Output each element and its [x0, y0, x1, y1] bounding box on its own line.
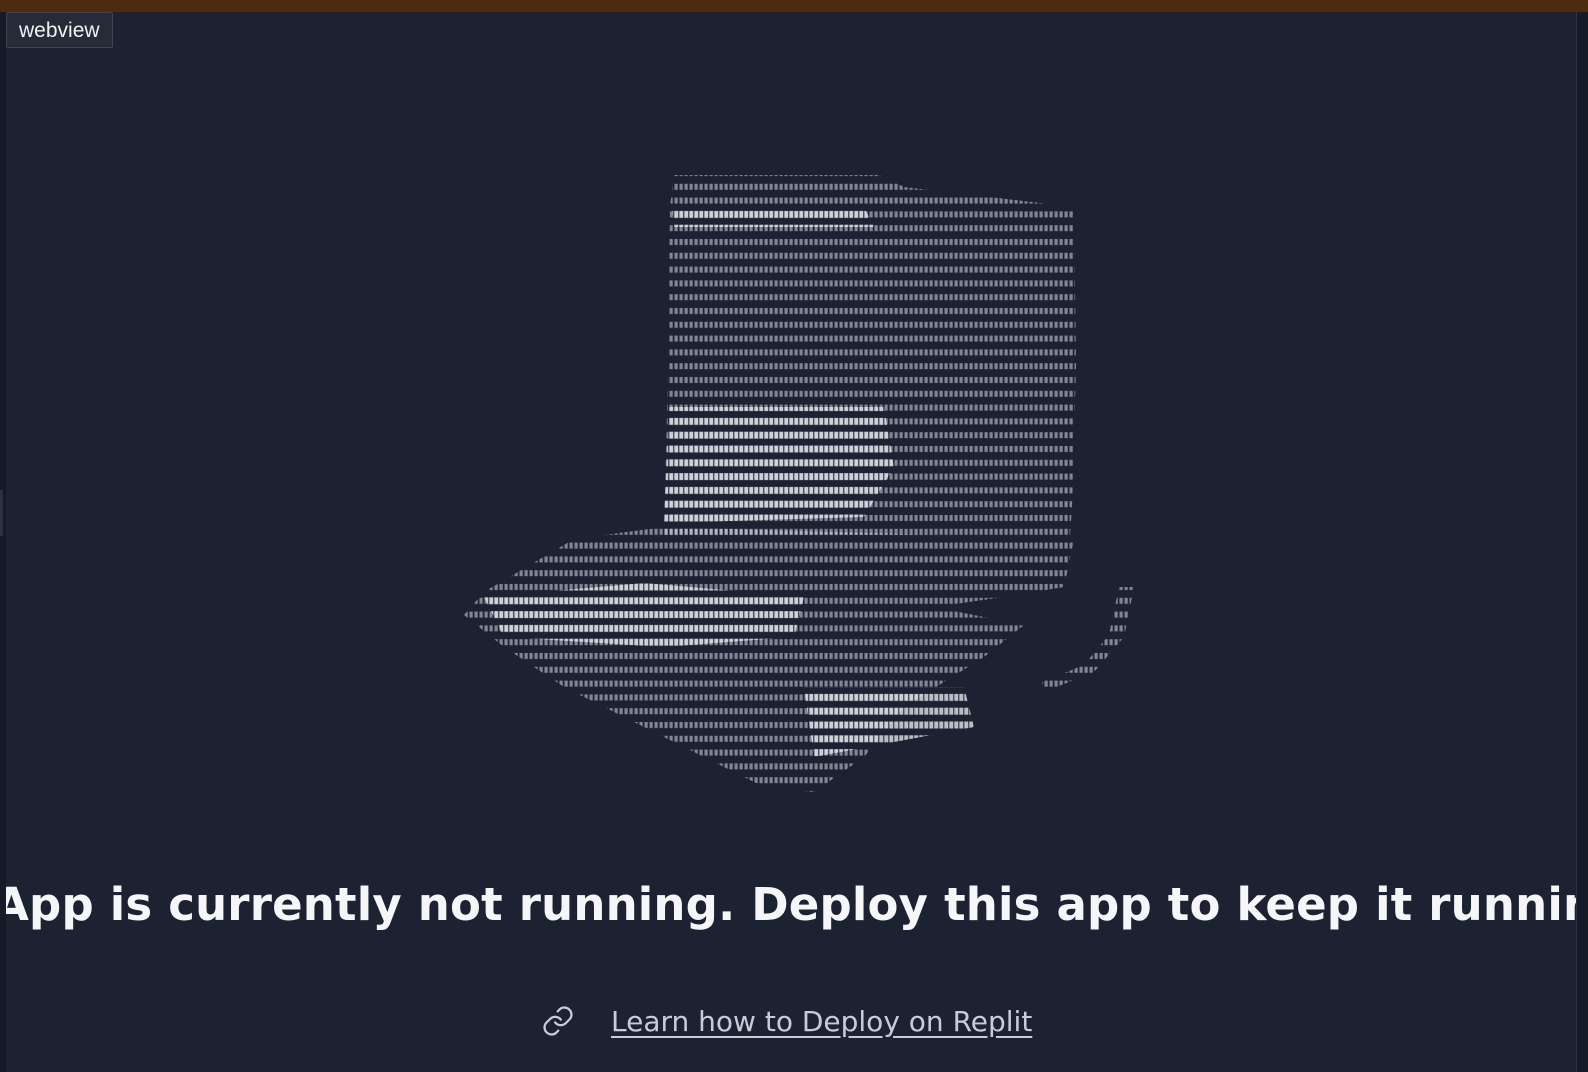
learn-deploy-link[interactable]: Learn how to Deploy on Replit: [611, 1005, 1032, 1038]
not-running-message: App is currently not running. Deploy thi…: [6, 878, 1576, 931]
ascii-art-top-hat: [464, 167, 1164, 807]
not-running-message-container: App is currently not running. Deploy thi…: [6, 867, 1576, 943]
top-hat-illustration: [464, 175, 1134, 792]
webview-pane: webview App is currently not running. De…: [6, 12, 1576, 1072]
link-icon: [543, 1006, 573, 1036]
right-panel-edge: [1576, 12, 1588, 1072]
deploy-link-row[interactable]: Learn how to Deploy on Replit: [541, 997, 1032, 1045]
webview-tab[interactable]: webview: [6, 12, 113, 48]
top-accent-bar: [0, 0, 1588, 12]
panel-resize-handle[interactable]: [0, 490, 3, 536]
